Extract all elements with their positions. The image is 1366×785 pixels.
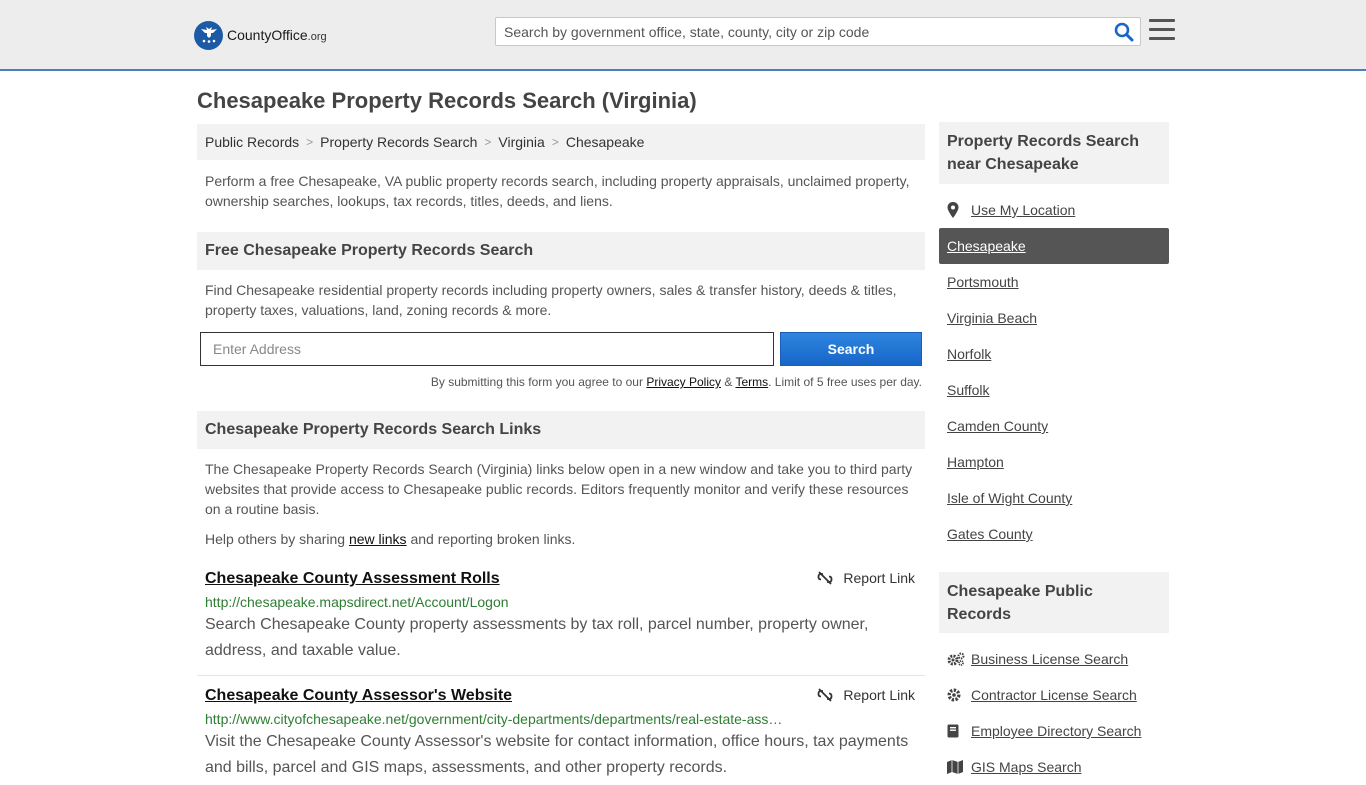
divider [197, 675, 925, 676]
breadcrumb-separator: > [306, 135, 314, 149]
broken-link-icon [818, 688, 833, 702]
site-search-input[interactable] [496, 18, 1096, 45]
breadcrumb-chesapeake: Chesapeake [565, 134, 645, 150]
search-icon[interactable] [1114, 22, 1134, 42]
nearby-camden-county[interactable]: Camden County [939, 408, 1169, 444]
terms-link[interactable]: Terms [735, 375, 768, 389]
breadcrumb-public-records[interactable]: Public Records [205, 134, 299, 150]
site-search [495, 17, 1141, 46]
link-description: Search Chesapeake County property assess… [205, 616, 869, 659]
gear-icon [947, 688, 961, 702]
new-links-link[interactable]: new links [349, 531, 407, 547]
report-link-label: Report Link [843, 687, 915, 703]
links-section-description: The Chesapeake Property Records Search (… [205, 461, 913, 517]
business-license-search-link[interactable]: Business License Search [939, 641, 1169, 677]
link-url[interactable]: http://chesapeake.mapsdirect.net/Account… [205, 594, 785, 610]
gis-maps-search-link[interactable]: GIS Maps Search [939, 749, 1169, 785]
map-icon [947, 760, 963, 774]
privacy-policy-link[interactable]: Privacy Policy [646, 375, 721, 389]
report-link-button[interactable]: Report Link [817, 687, 915, 703]
help-text: Help others by sharing new links and rep… [205, 531, 576, 547]
map-pin-icon [947, 202, 959, 218]
free-search-heading: Free Chesapeake Property Records Search [197, 232, 925, 270]
breadcrumb-virginia[interactable]: Virginia [498, 134, 544, 150]
breadcrumb-separator: > [551, 135, 559, 149]
logo-eagle-icon [194, 20, 223, 50]
nearby-isle-of-wight-county[interactable]: Isle of Wight County [939, 480, 1169, 516]
logo-text: CountyOffice.org [227, 27, 327, 43]
nearby-suffolk[interactable]: Suffolk [939, 372, 1169, 408]
free-search-description: Find Chesapeake residential property rec… [205, 282, 897, 318]
nearby-hampton[interactable]: Hampton [939, 444, 1169, 480]
link-description: Visit the Chesapeake County Assessor's w… [205, 733, 909, 776]
page-title: Chesapeake Property Records Search (Virg… [197, 88, 697, 113]
nearby-chesapeake[interactable]: Chesapeake [939, 228, 1169, 264]
nearby-heading: Property Records Search near Chesapeake [939, 122, 1169, 184]
address-input[interactable] [200, 332, 774, 366]
site-logo[interactable]: CountyOffice.org [194, 20, 327, 50]
top-header: CountyOffice.org [0, 0, 1366, 71]
breadcrumb-separator: > [484, 135, 492, 149]
link-entry: Chesapeake County Assessment Rolls http:… [205, 570, 925, 664]
hamburger-menu-icon[interactable] [1149, 19, 1175, 43]
nearby-virginia-beach[interactable]: Virginia Beach [939, 300, 1169, 336]
nearby-portsmouth[interactable]: Portsmouth [939, 264, 1169, 300]
public-records-heading: Chesapeake Public Records [939, 572, 1169, 633]
report-link-button[interactable]: Report Link [817, 570, 915, 586]
nearby-norfolk[interactable]: Norfolk [939, 336, 1169, 372]
link-entry: Chesapeake County Assessor's Website htt… [205, 687, 925, 781]
nearby-gates-county[interactable]: Gates County [939, 516, 1169, 552]
intro-text: Perform a free Chesapeake, VA public pro… [205, 173, 910, 209]
links-section-heading: Chesapeake Property Records Search Links [197, 411, 925, 449]
report-link-label: Report Link [843, 570, 915, 586]
use-my-location-link[interactable]: Use My Location [939, 192, 1169, 228]
gears-icon [947, 652, 965, 666]
link-url[interactable]: http://www.cityofchesapeake.net/governme… [205, 711, 785, 727]
contractor-license-search-link[interactable]: Contractor License Search [939, 677, 1169, 713]
book-icon [947, 724, 959, 738]
form-disclaimer: By submitting this form you agree to our… [430, 375, 922, 389]
employee-directory-search-link[interactable]: Employee Directory Search [939, 713, 1169, 749]
breadcrumb: Public Records > Property Records Search… [197, 124, 925, 160]
breadcrumb-property-records[interactable]: Property Records Search [320, 134, 477, 150]
broken-link-icon [818, 571, 833, 585]
search-button[interactable]: Search [780, 332, 922, 366]
